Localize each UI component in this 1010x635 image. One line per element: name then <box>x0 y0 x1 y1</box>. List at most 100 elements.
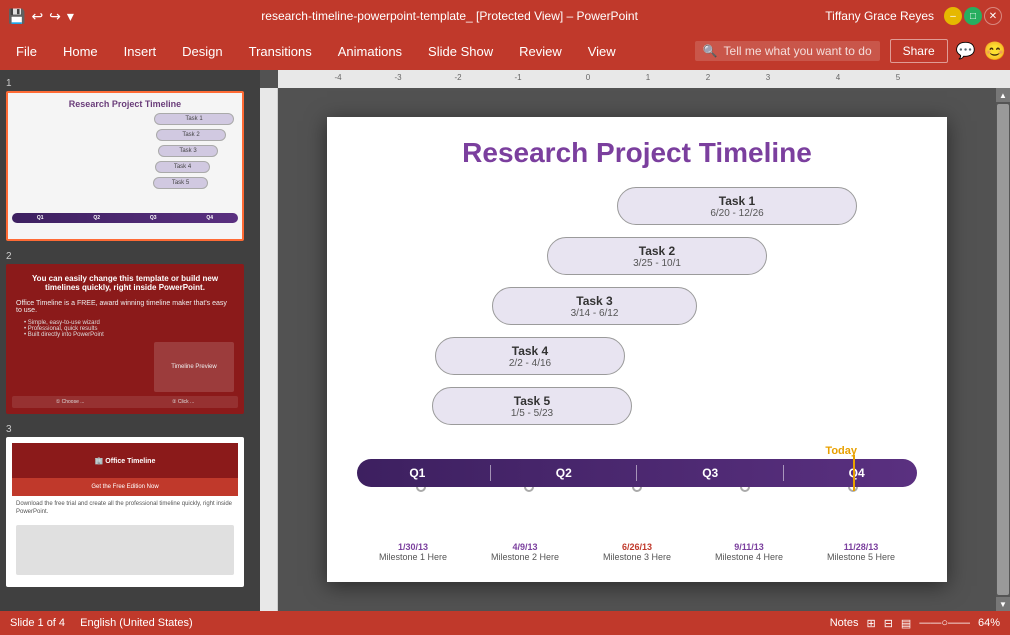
ruler-horizontal: -4 -3 -2 -1 0 1 2 3 4 5 <box>278 70 1010 88</box>
m4-date: 9/11/13 <box>734 542 764 552</box>
minimize-button[interactable]: – <box>944 7 962 25</box>
search-icon: 🔍 <box>703 44 718 58</box>
title-bar-left: 💾 ↩ ↪ ▾ <box>8 8 74 25</box>
slide-panel: 1 Research Project Timeline Task 1 Task … <box>0 70 260 611</box>
menu-tab-slideshow[interactable]: Slide Show <box>416 38 505 65</box>
m1-date: 1/30/13 <box>398 542 428 552</box>
ruler-vertical <box>260 88 278 611</box>
slide-canvas: Research Project Timeline Task 1 6/20 - … <box>278 88 996 611</box>
zoom-slider[interactable]: ——○—— <box>919 617 970 629</box>
slide-thumb-3[interactable]: 3 🏢 Office Timeline Get the Free Edition… <box>6 424 254 587</box>
milestone-5: 11/28/13 Milestone 5 Here <box>827 542 895 562</box>
task1-dates: 6/20 - 12/26 <box>710 208 763 219</box>
task3-dates: 3/14 - 6/12 <box>571 308 619 319</box>
task-bar-2[interactable]: Task 2 3/25 - 10/1 <box>547 237 767 275</box>
m5-name: Milestone 5 Here <box>827 552 895 562</box>
window-controls: – □ ✕ <box>944 7 1002 25</box>
milestone-3: 6/26/13 Milestone 3 Here <box>603 542 671 562</box>
task-bar-5[interactable]: Task 5 1/5 - 5/23 <box>432 387 632 425</box>
task5-name: Task 5 <box>514 394 550 408</box>
title-bar: 💾 ↩ ↪ ▾ research-timeline-powerpoint-tem… <box>0 0 1010 32</box>
thumb3-header: 🏢 Office Timeline <box>12 443 238 478</box>
status-right: Notes ⊞ ⊟ ▤ ——○—— 64% <box>830 617 1000 630</box>
slide-preview-2: You can easily change this template or b… <box>6 264 244 414</box>
redo-icon[interactable]: ↪ <box>49 8 61 25</box>
slide-view-icon[interactable]: ⊞ <box>866 617 875 630</box>
title-bar-right: Tiffany Grace Reyes – □ ✕ <box>825 7 1002 25</box>
slide-num-2: 2 <box>6 251 254 262</box>
q4-label: Q4 <box>849 466 865 480</box>
maximize-button[interactable]: □ <box>964 7 982 25</box>
today-label: Today <box>357 445 857 457</box>
mini-task4: Task 4 <box>155 161 210 173</box>
task3-name: Task 3 <box>576 294 612 308</box>
q-bar-container: Today Q1 Q2 Q3 Q4 <box>357 445 917 492</box>
scrollbar-vertical[interactable]: ▲ ▼ <box>996 88 1010 611</box>
m2-name: Milestone 2 Here <box>491 552 559 562</box>
menu-bar: File Home Insert Design Transitions Anim… <box>0 32 1010 70</box>
search-text: Tell me what you want to do <box>724 44 872 58</box>
q2-label: Q2 <box>556 466 572 480</box>
grid-view-icon[interactable]: ⊟ <box>884 617 893 630</box>
menu-tab-view[interactable]: View <box>576 38 628 65</box>
q1-divider <box>490 465 491 481</box>
thumb2-subtitle: Office Timeline is a FREE, award winning… <box>16 300 234 314</box>
menu-tab-design[interactable]: Design <box>170 38 234 65</box>
menu-tab-file[interactable]: File <box>4 38 49 65</box>
task5-dates: 1/5 - 5/23 <box>511 408 553 419</box>
menu-tab-transitions[interactable]: Transitions <box>237 38 324 65</box>
slide-thumb-1[interactable]: 1 Research Project Timeline Task 1 Task … <box>6 78 254 241</box>
task4-dates: 2/2 - 4/16 <box>509 358 551 369</box>
slide-num-1: 1 <box>6 78 254 89</box>
editor-content: Research Project Timeline Task 1 6/20 - … <box>260 88 1010 611</box>
menu-tab-insert[interactable]: Insert <box>112 38 169 65</box>
emoji-icon: 😊 <box>984 41 1006 62</box>
task-bar-3[interactable]: Task 3 3/14 - 6/12 <box>492 287 697 325</box>
slide-info: Slide 1 of 4 <box>10 617 65 629</box>
thumb2-bottom: ① Choose ...② Click ... <box>12 396 238 408</box>
thumb3-subheader: Get the Free Edition Now <box>12 478 238 496</box>
reading-view-icon[interactable]: ▤ <box>901 617 911 630</box>
ruler-marks-h: -4 -3 -2 -1 0 1 2 3 4 5 <box>278 70 1010 88</box>
customize-qat-icon[interactable]: ▾ <box>67 8 74 25</box>
editor-area: -4 -3 -2 -1 0 1 2 3 4 5 Research Project… <box>260 70 1010 611</box>
slide-display: Research Project Timeline Task 1 6/20 - … <box>327 117 947 582</box>
thumb3-body: Download the free trial and create all t… <box>12 496 238 521</box>
thumb3-chart-area <box>16 525 234 575</box>
m2-date: 4/9/13 <box>512 542 537 552</box>
mini-task3: Task 3 <box>158 145 218 157</box>
thumb1-title: Research Project Timeline <box>8 93 242 109</box>
mini-task5: Task 5 <box>153 177 208 189</box>
thumb2-bullets: • Simple, easy-to-use wizard • Professio… <box>16 320 234 338</box>
q3-label: Q3 <box>702 466 718 480</box>
task-bar-4[interactable]: Task 4 2/2 - 4/16 <box>435 337 625 375</box>
status-left: Slide 1 of 4 English (United States) <box>10 617 193 629</box>
menu-tab-review[interactable]: Review <box>507 38 574 65</box>
menu-tab-animations[interactable]: Animations <box>326 38 414 65</box>
comments-icon[interactable]: 💬 <box>956 41 976 61</box>
slide-preview-3: 🏢 Office Timeline Get the Free Edition N… <box>6 437 244 587</box>
m4-name: Milestone 4 Here <box>715 552 783 562</box>
undo-icon[interactable]: ↩ <box>31 8 43 25</box>
slide-thumb-2[interactable]: 2 You can easily change this template or… <box>6 251 254 414</box>
thumb2-preview-box: Timeline Preview <box>154 342 234 392</box>
scroll-down-button[interactable]: ▼ <box>996 597 1010 611</box>
save-icon[interactable]: 💾 <box>8 8 25 25</box>
search-bar[interactable]: 🔍 Tell me what you want to do <box>695 41 880 61</box>
main-area: 1 Research Project Timeline Task 1 Task … <box>0 70 1010 611</box>
task2-dates: 3/25 - 10/1 <box>633 258 681 269</box>
notes-button[interactable]: Notes <box>830 617 859 629</box>
share-button[interactable]: Share <box>890 39 948 63</box>
close-button[interactable]: ✕ <box>984 7 1002 25</box>
mini-task2: Task 2 <box>156 129 226 141</box>
task-bar-1[interactable]: Task 1 6/20 - 12/26 <box>617 187 857 225</box>
milestones-row: 1/30/13 Milestone 1 Here 4/9/13 Mileston… <box>357 542 917 562</box>
window-title: research-timeline-powerpoint-template_ [… <box>74 9 825 23</box>
zoom-level: 64% <box>978 617 1000 629</box>
scroll-thumb-vertical[interactable] <box>997 104 1009 595</box>
milestone-2: 4/9/13 Milestone 2 Here <box>491 542 559 562</box>
scroll-up-button[interactable]: ▲ <box>996 88 1010 102</box>
q2-divider <box>636 465 637 481</box>
mini-task1: Task 1 <box>154 113 234 125</box>
menu-tab-home[interactable]: Home <box>51 38 110 65</box>
